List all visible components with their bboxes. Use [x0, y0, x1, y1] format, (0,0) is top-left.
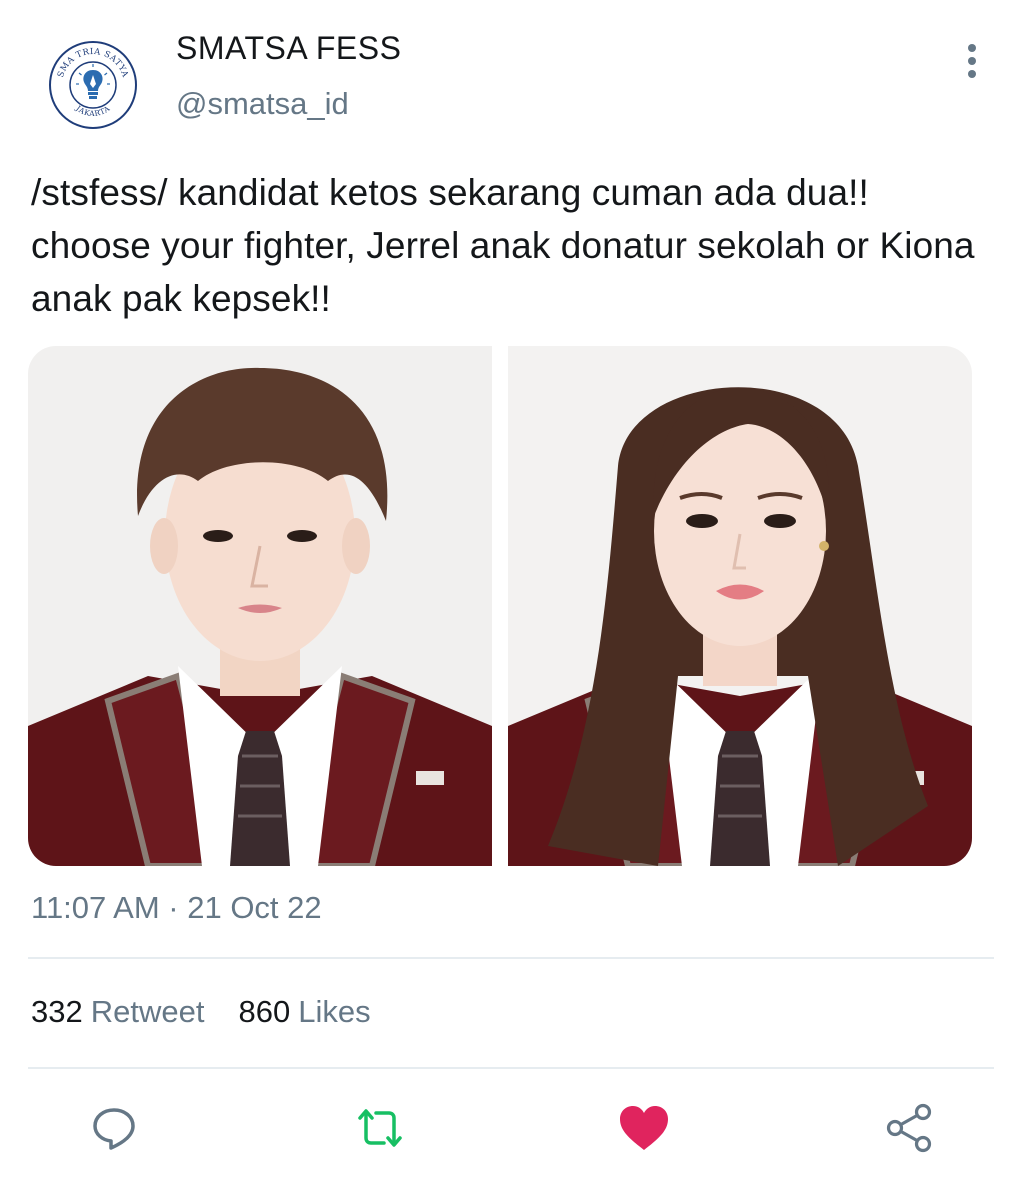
display-name[interactable]: SMATSA FESS: [176, 30, 401, 67]
likes-count: 860: [238, 994, 291, 1029]
retweet-stat[interactable]: 332 Retweet: [31, 994, 204, 1030]
divider: [28, 957, 994, 959]
more-vertical-icon: [968, 44, 976, 78]
portrait-female-image: [508, 346, 972, 866]
more-options-button[interactable]: [955, 40, 989, 84]
username-handle[interactable]: @smatsa_id: [176, 86, 349, 122]
photo-right[interactable]: [508, 346, 972, 866]
tweet-timestamp[interactable]: 11:07 AM · 21 Oct 22: [31, 890, 322, 926]
share-icon: [886, 1103, 932, 1153]
divider: [28, 1067, 994, 1069]
retweet-label: Retweet: [90, 994, 205, 1029]
retweet-icon: [358, 1109, 402, 1147]
retweet-count: 332: [31, 994, 83, 1029]
portrait-male-image: [28, 346, 492, 866]
school-logo-icon: SMA TRIA SATYA JAKARTA: [49, 41, 137, 129]
likes-stat[interactable]: 860 Likes: [238, 994, 370, 1030]
like-button[interactable]: [618, 1102, 670, 1154]
photo-left[interactable]: [28, 346, 492, 866]
tweet-card: SMA TRIA SATYA JAKARTA SMATSA FESS @smat…: [0, 0, 1023, 1200]
heart-icon: [620, 1106, 668, 1150]
engagement-stats: 332 Retweet 860 Likes: [31, 994, 371, 1030]
reply-icon: [93, 1108, 135, 1150]
retweet-button[interactable]: [354, 1102, 406, 1154]
media-gallery: [28, 346, 972, 866]
avatar[interactable]: SMA TRIA SATYA JAKARTA: [48, 40, 138, 130]
share-button[interactable]: [884, 1102, 936, 1154]
likes-label: Likes: [298, 994, 371, 1029]
reply-button[interactable]: [88, 1102, 140, 1154]
tweet-text: /stsfess/ kandidat ketos sekarang cuman …: [31, 172, 975, 319]
